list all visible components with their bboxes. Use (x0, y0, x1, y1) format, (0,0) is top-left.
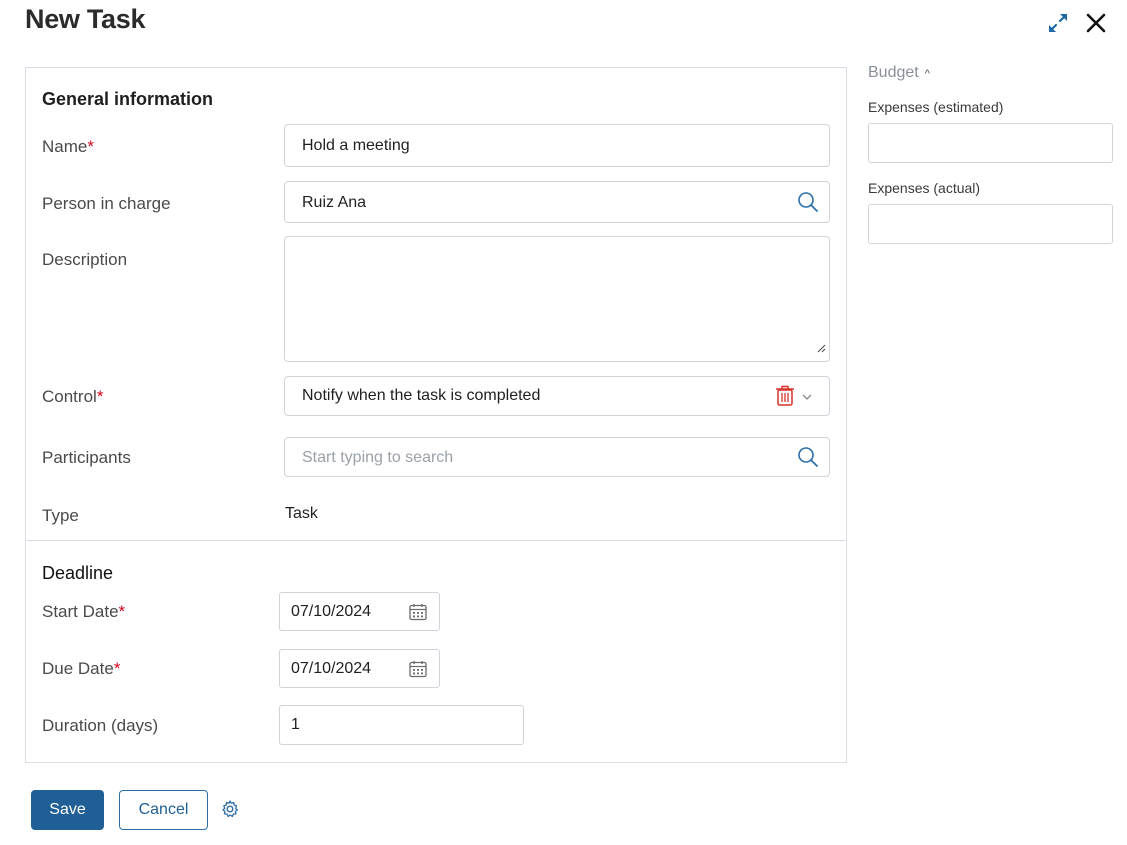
start-date-field[interactable]: 07/10/2024 (279, 592, 440, 631)
trash-icon[interactable] (775, 385, 795, 412)
deadline-section-title: Deadline (42, 563, 114, 583)
person-in-charge-label: Person in charge (42, 194, 171, 213)
start-date-label: Start Date* (42, 602, 125, 622)
gear-icon[interactable] (220, 799, 240, 819)
participants-field[interactable]: Start typing to search (284, 437, 830, 477)
new-task-dialog: New Task General information Name* Hold … (0, 0, 1127, 845)
participants-placeholder: Start typing to search (302, 449, 454, 466)
control-select[interactable]: Notify when the task is completed (284, 376, 830, 416)
start-date-value: 07/10/2024 (291, 603, 372, 620)
general-section-title: General information (42, 89, 214, 109)
duration-value: 1 (291, 716, 300, 733)
expenses-estimated-input[interactable] (868, 123, 1113, 163)
duration-label: Duration (days) (42, 716, 159, 735)
due-date-label-text: Due Date (42, 659, 114, 678)
person-in-charge-field[interactable]: Ruiz Ana (284, 181, 830, 223)
due-date-label: Due Date* (42, 659, 120, 679)
start-date-label-text: Start Date (42, 602, 119, 621)
calendar-icon[interactable] (408, 659, 428, 679)
control-label-text: Control (42, 387, 97, 406)
due-date-field[interactable]: 07/10/2024 (279, 649, 440, 688)
expand-icon[interactable] (1046, 11, 1070, 35)
deadline-card: Deadline Start Date* 07/10/2024 Due Date… (25, 540, 847, 763)
control-value: Notify when the task is completed (302, 387, 541, 404)
duration-field[interactable]: 1 (279, 705, 524, 745)
required-marker: * (96, 387, 104, 406)
description-label: Description (42, 250, 128, 269)
expenses-actual-label: Expenses (actual) (868, 180, 981, 196)
type-label: Type (42, 506, 79, 525)
type-value: Task (285, 505, 318, 522)
expenses-estimated-label: Expenses (estimated) (868, 99, 1004, 115)
chevron-up-icon: ^ (924, 68, 930, 80)
name-label: Name* (42, 137, 94, 157)
required-marker: * (87, 137, 94, 156)
name-value: Hold a meeting (302, 137, 410, 154)
control-label: Control* (42, 387, 103, 407)
due-date-value: 07/10/2024 (291, 660, 372, 677)
cancel-button[interactable]: Cancel (119, 790, 208, 830)
budget-section-toggle[interactable]: Budget ^ (868, 64, 930, 82)
resize-handle-icon[interactable] (816, 340, 826, 358)
save-button[interactable]: Save (31, 790, 104, 830)
name-label-text: Name (42, 137, 88, 156)
required-marker: * (118, 602, 126, 621)
search-icon[interactable] (797, 191, 819, 218)
page-title: New Task (25, 4, 146, 34)
expenses-actual-input[interactable] (868, 204, 1113, 244)
participants-label: Participants (42, 448, 131, 467)
description-textarea[interactable] (284, 236, 830, 362)
person-in-charge-value: Ruiz Ana (302, 194, 367, 211)
name-field[interactable]: Hold a meeting (284, 124, 830, 167)
calendar-icon[interactable] (408, 602, 428, 622)
close-icon[interactable] (1083, 10, 1109, 36)
budget-header-label: Budget (868, 64, 919, 81)
chevron-down-icon[interactable] (801, 389, 813, 407)
general-information-card: General information Name* Hold a meeting… (25, 67, 847, 541)
search-icon[interactable] (797, 446, 819, 473)
required-marker: * (113, 659, 121, 678)
